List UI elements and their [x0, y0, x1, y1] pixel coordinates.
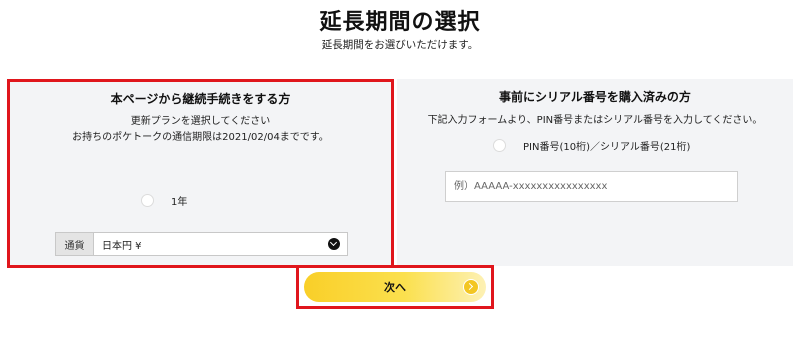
- next-button[interactable]: 次へ: [304, 272, 486, 302]
- currency-select[interactable]: 通貨 日本円 ¥: [55, 232, 348, 256]
- currency-label: 通貨: [56, 233, 94, 255]
- plan-1year-label[interactable]: 1年: [171, 193, 187, 208]
- expiry-notice: お持ちのポケトークの通信期限は2021/02/04までです。: [72, 132, 329, 143]
- page-title: 延長期間の選択: [319, 10, 481, 35]
- pin-serial-radio[interactable]: [493, 139, 506, 152]
- renewal-panel: 本ページから継続手続きをする方 更新プランを選択してください お持ちのポケトーク…: [7, 79, 394, 268]
- renewal-instruction: 更新プランを選択してください: [130, 116, 271, 127]
- serial-number-input[interactable]: [445, 171, 738, 202]
- page-subtitle: 延長期間をお選びいただけます。: [321, 39, 479, 51]
- plan-1year-radio[interactable]: [141, 194, 154, 207]
- renewal-panel-heading: 本ページから継続手続きをする方: [110, 92, 291, 106]
- currency-value[interactable]: 日本円 ¥: [94, 233, 321, 255]
- serial-panel-heading: 事前にシリアル番号を購入済みの方: [499, 90, 691, 104]
- serial-instruction: 下記入力フォームより、PIN番号またはシリアル番号を入力してください。: [427, 115, 763, 126]
- serial-panel: 事前にシリアル番号を購入済みの方 下記入力フォームより、PIN番号またはシリアル…: [397, 79, 793, 266]
- pin-serial-label[interactable]: PIN番号(10桁)／シリアル番号(21桁): [523, 138, 690, 153]
- chevron-down-icon[interactable]: [321, 233, 347, 255]
- arrow-right-icon: [463, 279, 479, 295]
- next-button-label: 次へ: [384, 281, 406, 294]
- next-button-highlight: 次へ: [296, 265, 494, 309]
